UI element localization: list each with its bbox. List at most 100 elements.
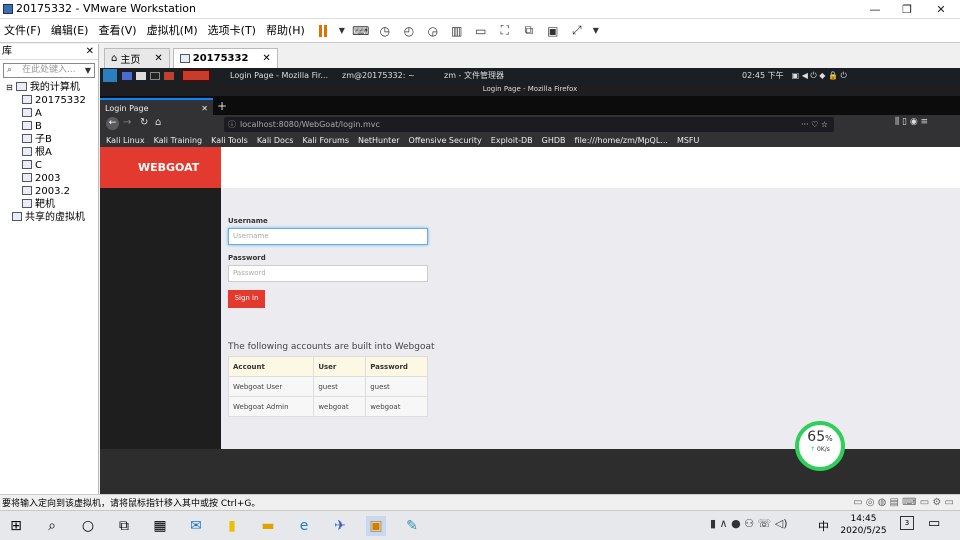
device-icons[interactable]: ▭ ◎ ◍ ▤ ⌨ ▭ ⚙ ▭ (853, 497, 954, 508)
tree-item-vm[interactable]: B (6, 120, 98, 133)
windows-start-icon[interactable]: ⊞ (6, 516, 26, 536)
tree-item-vm[interactable]: 根A (6, 146, 98, 159)
close-icon[interactable]: ✕ (926, 0, 956, 19)
snapshot-manager-icon[interactable]: ◶ (423, 21, 443, 41)
vm-icon (22, 186, 32, 195)
sticky-notes-icon[interactable]: ▮ (222, 516, 242, 536)
speed-rate: 0K/s (817, 446, 830, 453)
webgoat-page: WEBGOAT Username Username Password Passw… (100, 147, 960, 449)
vm-tabs: ⌂ 主页 ✕ 20175332 ✕ (100, 48, 960, 68)
action-center-icon[interactable]: ▭ (928, 516, 940, 531)
cortana-icon[interactable]: ○ (78, 516, 98, 536)
send-keys-icon[interactable]: ⌨ (351, 21, 371, 41)
tree-item-vm[interactable]: 2003.2 (6, 185, 98, 198)
tree-item-my-computer[interactable]: ⊟ 我的计算机 (6, 81, 98, 94)
bookmark[interactable]: Kali Training (154, 136, 203, 145)
new-tab-icon[interactable]: + (217, 99, 227, 113)
page-actions-icon[interactable]: ··· ♡ ☆ (801, 117, 828, 132)
bookmark[interactable]: GHDB (542, 136, 566, 145)
firefox-icon[interactable] (164, 71, 174, 80)
tree-item-vm[interactable]: 2003 (6, 172, 98, 185)
vmware-taskbar-icon[interactable]: ▣ (366, 515, 386, 536)
file-explorer-icon[interactable]: ▬ (258, 516, 278, 536)
bookmark[interactable]: Offensive Security (409, 136, 482, 145)
chevron-down-icon[interactable]: ▼ (337, 21, 347, 41)
terminal-icon[interactable]: ▣ (543, 21, 563, 41)
tree-item-vm[interactable]: 20175332 (6, 94, 98, 107)
browser-tab[interactable]: Login Page ✕ (100, 98, 213, 115)
tray-icons[interactable]: ▣ ◀ ⏻ ◆ 🔒 ⏻ (792, 71, 847, 81)
kali-menu-icon[interactable] (103, 69, 117, 82)
library-search-input[interactable]: ⌕ 在此处键入... ▼ (3, 63, 95, 78)
app-icon[interactable]: ✈ (330, 516, 350, 536)
bookmark[interactable]: Kali Forums (302, 136, 349, 145)
taskbar-item-firefox[interactable]: Login Page - Mozilla Fir... (230, 71, 340, 80)
tray-icons[interactable]: ▮ ∧ ● ⚇ ☏ ◁) (710, 517, 788, 530)
tree-item-vm[interactable]: C (6, 159, 98, 172)
back-icon[interactable]: ← (106, 117, 119, 130)
revert-snapshot-icon[interactable]: ◴ (399, 21, 419, 41)
window-titlebar: 20175332 - VMware Workstation — ❐ ✕ (0, 0, 960, 19)
taskbar-item-files[interactable]: zm - 文件管理器 (444, 70, 544, 81)
password-input[interactable]: Password (228, 265, 428, 282)
tree-item-vm[interactable]: A (6, 107, 98, 120)
fullscreen-icon[interactable]: ⛶ (495, 21, 515, 41)
stretch-icon[interactable]: ⤢ (567, 21, 587, 41)
notification-badge[interactable]: 3 (900, 516, 914, 530)
menu-view[interactable]: 查看(V) (94, 19, 140, 43)
library-view-icon[interactable]: ▥ (447, 21, 467, 41)
menu-edit[interactable]: 编辑(E) (47, 19, 93, 43)
unity-icon[interactable]: ⧉ (519, 21, 539, 41)
firefox-window-title: Login Page - Mozilla Firefox (100, 83, 960, 96)
search-icon[interactable]: ⌕ (42, 516, 62, 536)
store-icon[interactable]: ▦ (150, 516, 170, 536)
home-icon[interactable]: ⌂ (155, 117, 161, 128)
snapshot-icon[interactable]: ◷ (375, 21, 395, 41)
edge-icon[interactable]: e (294, 516, 314, 536)
reload-icon[interactable]: ↻ (140, 117, 148, 128)
workspace-icon[interactable] (122, 71, 132, 80)
chevron-down-icon[interactable]: ▼ (85, 64, 91, 77)
menu-tabs[interactable]: 选项卡(T) (204, 19, 260, 43)
bookmark[interactable]: MSFU (677, 136, 699, 145)
files-icon[interactable] (136, 71, 146, 80)
pause-icon[interactable] (313, 21, 333, 41)
accounts-table: Account User Password Webgoat User guest… (227, 356, 428, 417)
tree-item-shared[interactable]: 共享的虚拟机 (6, 211, 98, 224)
task-view-icon[interactable]: ⧉ (114, 516, 134, 536)
close-icon[interactable]: ✕ (154, 53, 162, 64)
close-icon[interactable]: ✕ (262, 53, 270, 64)
toolbar-icons[interactable]: ⫼ ▯ ◉ ≡ (895, 117, 928, 127)
close-icon[interactable]: ✕ (86, 44, 94, 60)
library-panel: 库 ✕ ⌕ 在此处键入... ▼ ⊟ 我的计算机 20175332 A B 子B… (0, 44, 99, 494)
bookmark[interactable]: Kali Docs (257, 136, 294, 145)
chevron-down-icon[interactable]: ▼ (591, 21, 601, 41)
sign-in-button[interactable]: Sign in (228, 290, 265, 308)
bookmark[interactable]: NetHunter (358, 136, 400, 145)
tree-item-vm[interactable]: 子B (6, 133, 98, 146)
menu-help[interactable]: 帮助(H) (262, 19, 309, 43)
taskbar-clock[interactable]: 14:45 2020/5/25 (836, 513, 891, 537)
bookmark[interactable]: Exploit-DB (491, 136, 533, 145)
forward-icon[interactable]: → (123, 117, 131, 128)
console-view-icon[interactable]: ▭ (471, 21, 491, 41)
bookmark[interactable]: file:///home/zm/MpQL... (575, 136, 668, 145)
mail-icon[interactable]: ✉ (186, 516, 206, 536)
terminal-icon[interactable] (150, 71, 160, 80)
network-speed-widget[interactable]: 65% ↑ 0K/s (795, 421, 845, 471)
taskbar-item-terminal[interactable]: zm@20175332: ~ (342, 71, 442, 80)
username-input[interactable]: Username (228, 228, 428, 245)
url-input[interactable]: ⓘ localhost:8080/WebGoat/login.mvc ··· ♡… (224, 117, 834, 132)
restore-icon[interactable]: ❐ (892, 0, 922, 19)
bookmark[interactable]: Kali Tools (211, 136, 248, 145)
ime-indicator[interactable]: 中 (818, 518, 829, 534)
menu-vm[interactable]: 虚拟机(M) (143, 19, 202, 43)
bookmark[interactable]: Kali Linux (106, 136, 145, 145)
active-app-icon[interactable] (182, 70, 210, 81)
minimize-icon[interactable]: — (860, 0, 890, 19)
tab-home[interactable]: ⌂ 主页 ✕ (104, 48, 170, 68)
menu-file[interactable]: 文件(F) (0, 19, 45, 43)
tab-vm[interactable]: 20175332 ✕ (172, 48, 278, 68)
paint-icon[interactable]: ✎ (402, 516, 422, 536)
tree-item-vm[interactable]: 靶机 (6, 198, 98, 211)
